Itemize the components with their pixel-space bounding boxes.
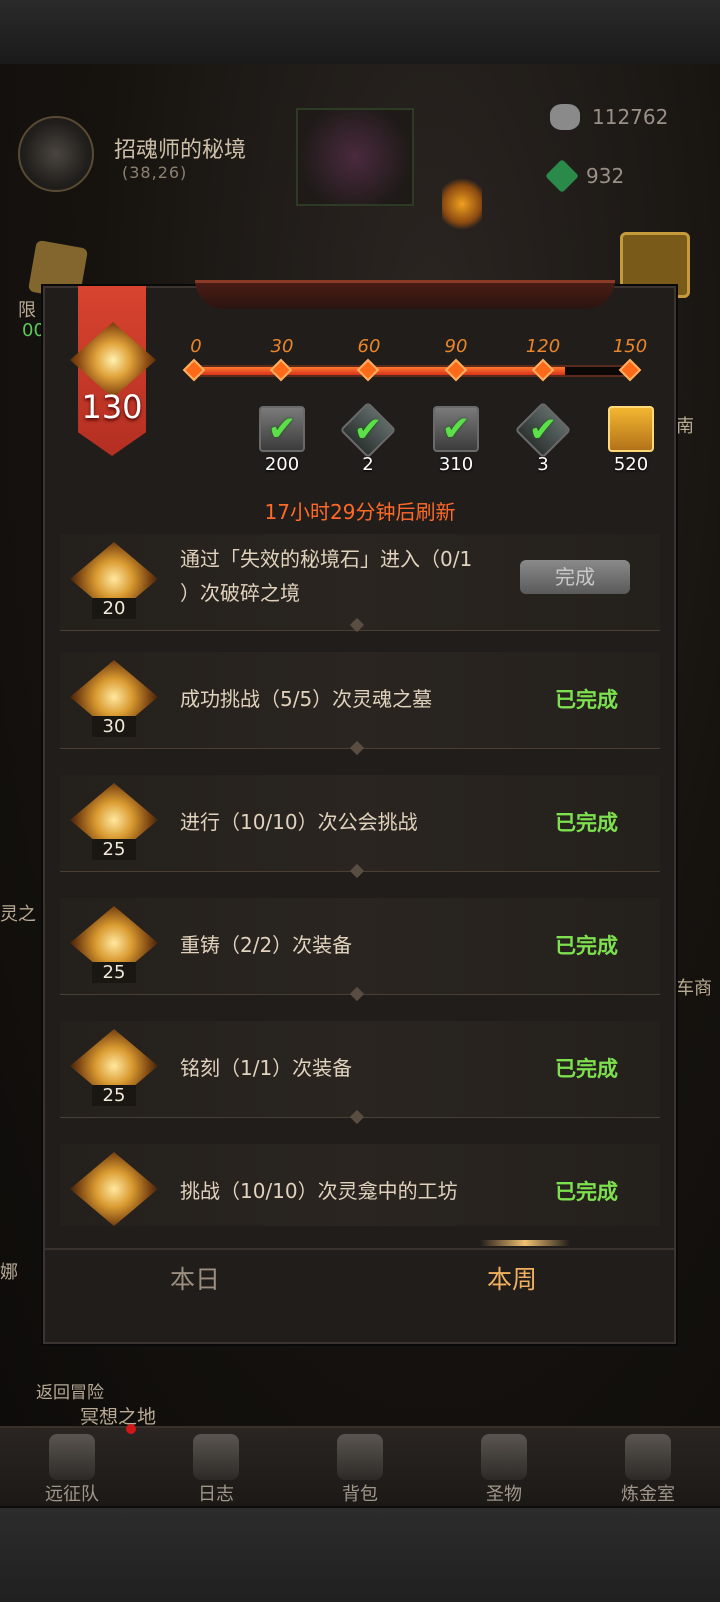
task-row: 30 成功挑战（5/5）次灵魂之墓 已完成 [60, 652, 660, 749]
side-label-caravan: 车商 [676, 978, 712, 999]
alchemy-icon [625, 1434, 671, 1480]
meditation-label[interactable]: 冥想之地 [80, 1402, 156, 1429]
task-description: 铭刻（1/1）次装备 [180, 1056, 353, 1080]
relic-icon [481, 1434, 527, 1480]
milestone-label: 90 [444, 336, 468, 357]
nav-relics[interactable]: 圣物 [432, 1428, 576, 1508]
reward-count: 200 [264, 454, 300, 475]
bottom-nav: 远征队 日志 背包 圣物 炼金室 [0, 1424, 720, 1508]
side-label-na: 娜 [0, 1262, 18, 1283]
notification-dot [126, 1424, 136, 1434]
checkmark-icon: ✔ [267, 409, 297, 449]
milestone-labels: 0 30 60 90 120 150 [0, 336, 720, 360]
checkmark-icon: ✔ [353, 410, 383, 450]
activity-progress-bar [194, 365, 632, 377]
nav-journal[interactable]: 日志 [144, 1428, 288, 1508]
tab-bar: 本日 本周 [45, 1248, 674, 1314]
resource-gem: 932 [545, 159, 625, 193]
task-row: 20 通过「失效的秘境石」进入（0/1 ）次破碎之境 完成 [60, 534, 660, 631]
side-label-south: 南 [676, 416, 694, 437]
task-description: 挑战（10/10）次灵龛中的工坊 [180, 1179, 458, 1203]
limited-label: 限 [18, 300, 36, 321]
task-status: 已完成 [555, 1180, 618, 1204]
task-status: 已完成 [555, 934, 618, 958]
task-points: 25 [92, 962, 136, 983]
activity-points: 130 [81, 388, 143, 426]
task-status: 已完成 [555, 1057, 618, 1081]
task-status: 已完成 [555, 688, 618, 712]
nav-label: 炼金室 [621, 1484, 675, 1505]
task-row: 25 重铸（2/2）次装备 已完成 [60, 898, 660, 995]
backpack-icon [337, 1434, 383, 1480]
task-row: 挑战（10/10）次灵龛中的工坊 已完成 [60, 1144, 660, 1226]
progress-fill [196, 367, 565, 375]
milestone-reward-150[interactable] [608, 406, 654, 452]
milestone-label: 120 [525, 336, 561, 357]
task-description: 成功挑战（5/5）次灵魂之墓 [180, 687, 433, 711]
location-coordinates: (38,26) [122, 163, 188, 182]
task-status: 已完成 [555, 811, 618, 835]
nav-label: 圣物 [486, 1484, 522, 1505]
stone-count: 112762 [592, 105, 669, 129]
milestone-reward-30[interactable]: ✔ [259, 406, 305, 452]
location-name: 招魂师的秘境 [114, 138, 247, 163]
tab-weekly[interactable]: 本周 [487, 1260, 537, 1296]
nav-expedition[interactable]: 远征队 [0, 1424, 144, 1508]
nav-label: 远征队 [45, 1484, 99, 1505]
checkmark-icon: ✔ [441, 409, 471, 449]
active-tab-indicator [480, 1240, 570, 1246]
milestone-label: 150 [612, 336, 648, 357]
location-emblem-icon[interactable] [18, 116, 94, 192]
task-description: 重铸（2/2）次装备 [180, 933, 353, 957]
milestone-label: 60 [357, 336, 381, 357]
milestone-label: 0 [190, 336, 202, 357]
reward-count: 520 [613, 454, 649, 475]
gem-count: 932 [586, 164, 625, 188]
task-points: 20 [92, 598, 136, 619]
system-nav-bar [0, 1506, 720, 1602]
complete-button[interactable]: 完成 [520, 560, 630, 594]
milestone-reward-90[interactable]: ✔ [433, 406, 479, 452]
task-description: 进行（10/10）次公会挑战 [180, 810, 418, 834]
lantern-icon [442, 176, 482, 232]
task-list[interactable]: 20 通过「失效的秘境石」进入（0/1 ）次破碎之境 完成 30 成功挑战（5/… [60, 534, 660, 1226]
milestone-label: 30 [270, 336, 294, 357]
task-points: 30 [92, 716, 136, 737]
helmet-icon [49, 1434, 95, 1480]
task-description: 通过「失效的秘境石」进入（0/1 ）次破碎之境 [180, 542, 510, 610]
task-description-line: ）次破碎之境 [180, 581, 300, 605]
task-description-line: 通过「失效的秘境石」进入（0/1 [180, 547, 473, 571]
task-points-icon [70, 1152, 158, 1226]
nav-backpack[interactable]: 背包 [288, 1428, 432, 1508]
checkmark-icon: ✔ [528, 410, 558, 450]
nav-label: 背包 [342, 1484, 378, 1505]
tab-daily[interactable]: 本日 [170, 1260, 220, 1296]
reward-count: 310 [438, 454, 474, 475]
refresh-countdown: 17小时29分钟后刷新 [264, 500, 456, 524]
nav-alchemy[interactable]: 炼金室 [576, 1428, 720, 1508]
task-row: 25 进行（10/10）次公会挑战 已完成 [60, 775, 660, 872]
nav-label: 日志 [198, 1484, 234, 1505]
status-bar [0, 0, 720, 66]
reward-count: 2 [362, 454, 374, 475]
boss-portrait[interactable] [296, 108, 414, 206]
green-gem-icon [545, 159, 579, 193]
task-points: 25 [92, 839, 136, 860]
task-row: 25 铭刻（1/1）次装备 已完成 [60, 1021, 660, 1118]
task-points: 25 [92, 1085, 136, 1106]
side-label-spirit: 灵之 [0, 904, 36, 925]
reward-count: 3 [537, 454, 549, 475]
stone-icon [550, 104, 580, 130]
resource-stone: 112762 [550, 104, 668, 130]
panel-ornament [195, 280, 615, 309]
return-adventure-label[interactable]: 返回冒险 [36, 1378, 104, 1403]
scroll-icon [193, 1434, 239, 1480]
